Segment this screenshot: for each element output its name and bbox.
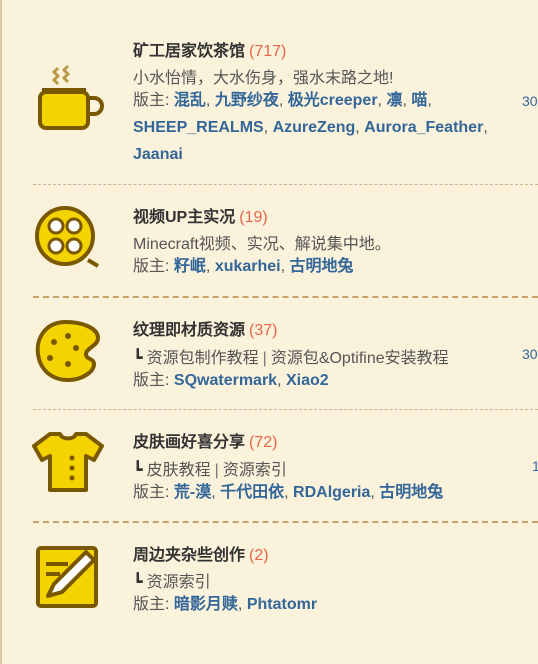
moderator-label: 版主: [133,596,170,613]
moderator-label: 版主: [133,258,170,275]
moderator-list: 版主: 暗影月赎, Phtatomr [133,596,318,613]
tree-glyph: ┗ [133,462,143,479]
moderator-link[interactable]: 喵 [411,92,427,109]
moderator-link[interactable]: SQwatermark [174,372,277,389]
moderator-label: 版主: [133,92,170,109]
teacup-icon[interactable] [32,64,104,136]
forum-title-text[interactable]: 视频UP主实况 [133,209,235,226]
moderator-link[interactable]: xukarhei [215,258,281,275]
sub-forum-list: ┗ 资源包制作教程 | 资源包&Optifine安装教程 [133,344,449,368]
moderator-link[interactable]: Jaanai [133,146,183,163]
sub-forum-link[interactable]: 资源索引 [223,462,287,479]
forum-title-text[interactable]: 矿工居家饮茶馆 [133,43,245,60]
film-reel-icon[interactable] [32,202,104,274]
tree-glyph: ┗ [133,350,143,367]
moderator-link[interactable]: Aurora_Feather [364,119,483,136]
thread-count: 30 [522,346,538,362]
left-border [0,0,2,664]
sub-forum-list: ┗ 资源索引 [133,568,211,592]
moderator-list: 版主: 籽岷, xukarhei, 古明地兔 [133,258,354,275]
moderator-label: 版主: [133,484,170,501]
divider [33,296,538,298]
thread-count: 1 [532,458,538,474]
tshirt-icon[interactable] [32,428,104,500]
separator: | [214,462,219,479]
separator: | [262,350,267,367]
forum-post-count: (72) [249,434,278,451]
moderator-list: 版主: 荒-漠, 千代田依, RDAlgeria, 古明地兔 [133,484,444,501]
forum-title-5[interactable]: 周边夹杂些创作 (2) [133,541,269,565]
thread-count: 30 [522,93,538,109]
forum-title-text[interactable]: 周边夹杂些创作 [133,547,245,564]
sub-forum-link[interactable]: 皮肤教程 [147,462,211,479]
forum-title-text[interactable]: 纹理即材质资源 [133,322,245,339]
moderator-link[interactable]: SHEEP_REALMS [133,119,264,136]
moderator-link[interactable]: Xiao2 [286,372,329,389]
moderator-label: 版主: [133,372,170,389]
sub-forum-link[interactable]: 资源包制作教程 [147,350,259,367]
moderator-link[interactable]: 混乱 [174,92,206,109]
moderator-link[interactable]: RDAlgeria [293,484,370,501]
forum-post-count: (2) [249,547,269,564]
moderator-link[interactable]: Phtatomr [247,596,317,613]
moderator-link[interactable]: 凛 [386,92,402,109]
moderator-link[interactable]: 古明地兔 [379,484,443,501]
moderator-link[interactable]: 荒-漠 [174,484,211,501]
moderator-link[interactable]: 千代田依 [220,484,284,501]
forum-title-text[interactable]: 皮肤画好喜分享 [133,434,245,451]
forum-description: 小水怡情，大水伤身，强水末路之地! [133,70,394,87]
moderator-list: 版主: SQwatermark, Xiao2 [133,372,329,389]
forum-title-4[interactable]: 皮肤画好喜分享 (72) [133,428,277,452]
forum-title-1[interactable]: 矿工居家饮茶馆 (717) [133,37,286,61]
moderator-link[interactable]: 九野纱夜 [215,92,279,109]
moderator-link[interactable]: 古明地兔 [290,258,354,275]
forum-post-count: (19) [239,209,268,226]
divider [33,409,538,410]
forum-description: Minecraft视频、实况、解说集中地。 [133,236,391,253]
moderator-list: 版主: 混乱, 九野纱夜, 极光creeper, 凛, 喵, SHEEP_REA… [133,92,488,163]
moderator-link[interactable]: 极光creeper [288,92,378,109]
forum-title-2[interactable]: 视频UP主实况 (19) [133,203,268,227]
forum-post-count: (717) [249,43,287,60]
palette-icon[interactable] [32,316,104,388]
moderator-link[interactable]: 籽岷 [174,258,206,275]
sub-forum-link[interactable]: 资源包&Optifine安装教程 [271,350,449,367]
sub-forum-link[interactable]: 资源索引 [147,574,211,591]
tree-glyph: ┗ [133,574,143,591]
pencil-note-icon[interactable] [32,540,104,612]
divider [33,184,538,185]
sub-forum-list: ┗ 皮肤教程 | 资源索引 [133,456,287,480]
moderator-link[interactable]: 暗影月赎 [174,596,238,613]
forum-title-3[interactable]: 纹理即材质资源 (37) [133,316,277,340]
forum-post-count: (37) [249,322,278,339]
divider [33,521,538,523]
moderator-link[interactable]: AzureZeng [273,119,356,136]
